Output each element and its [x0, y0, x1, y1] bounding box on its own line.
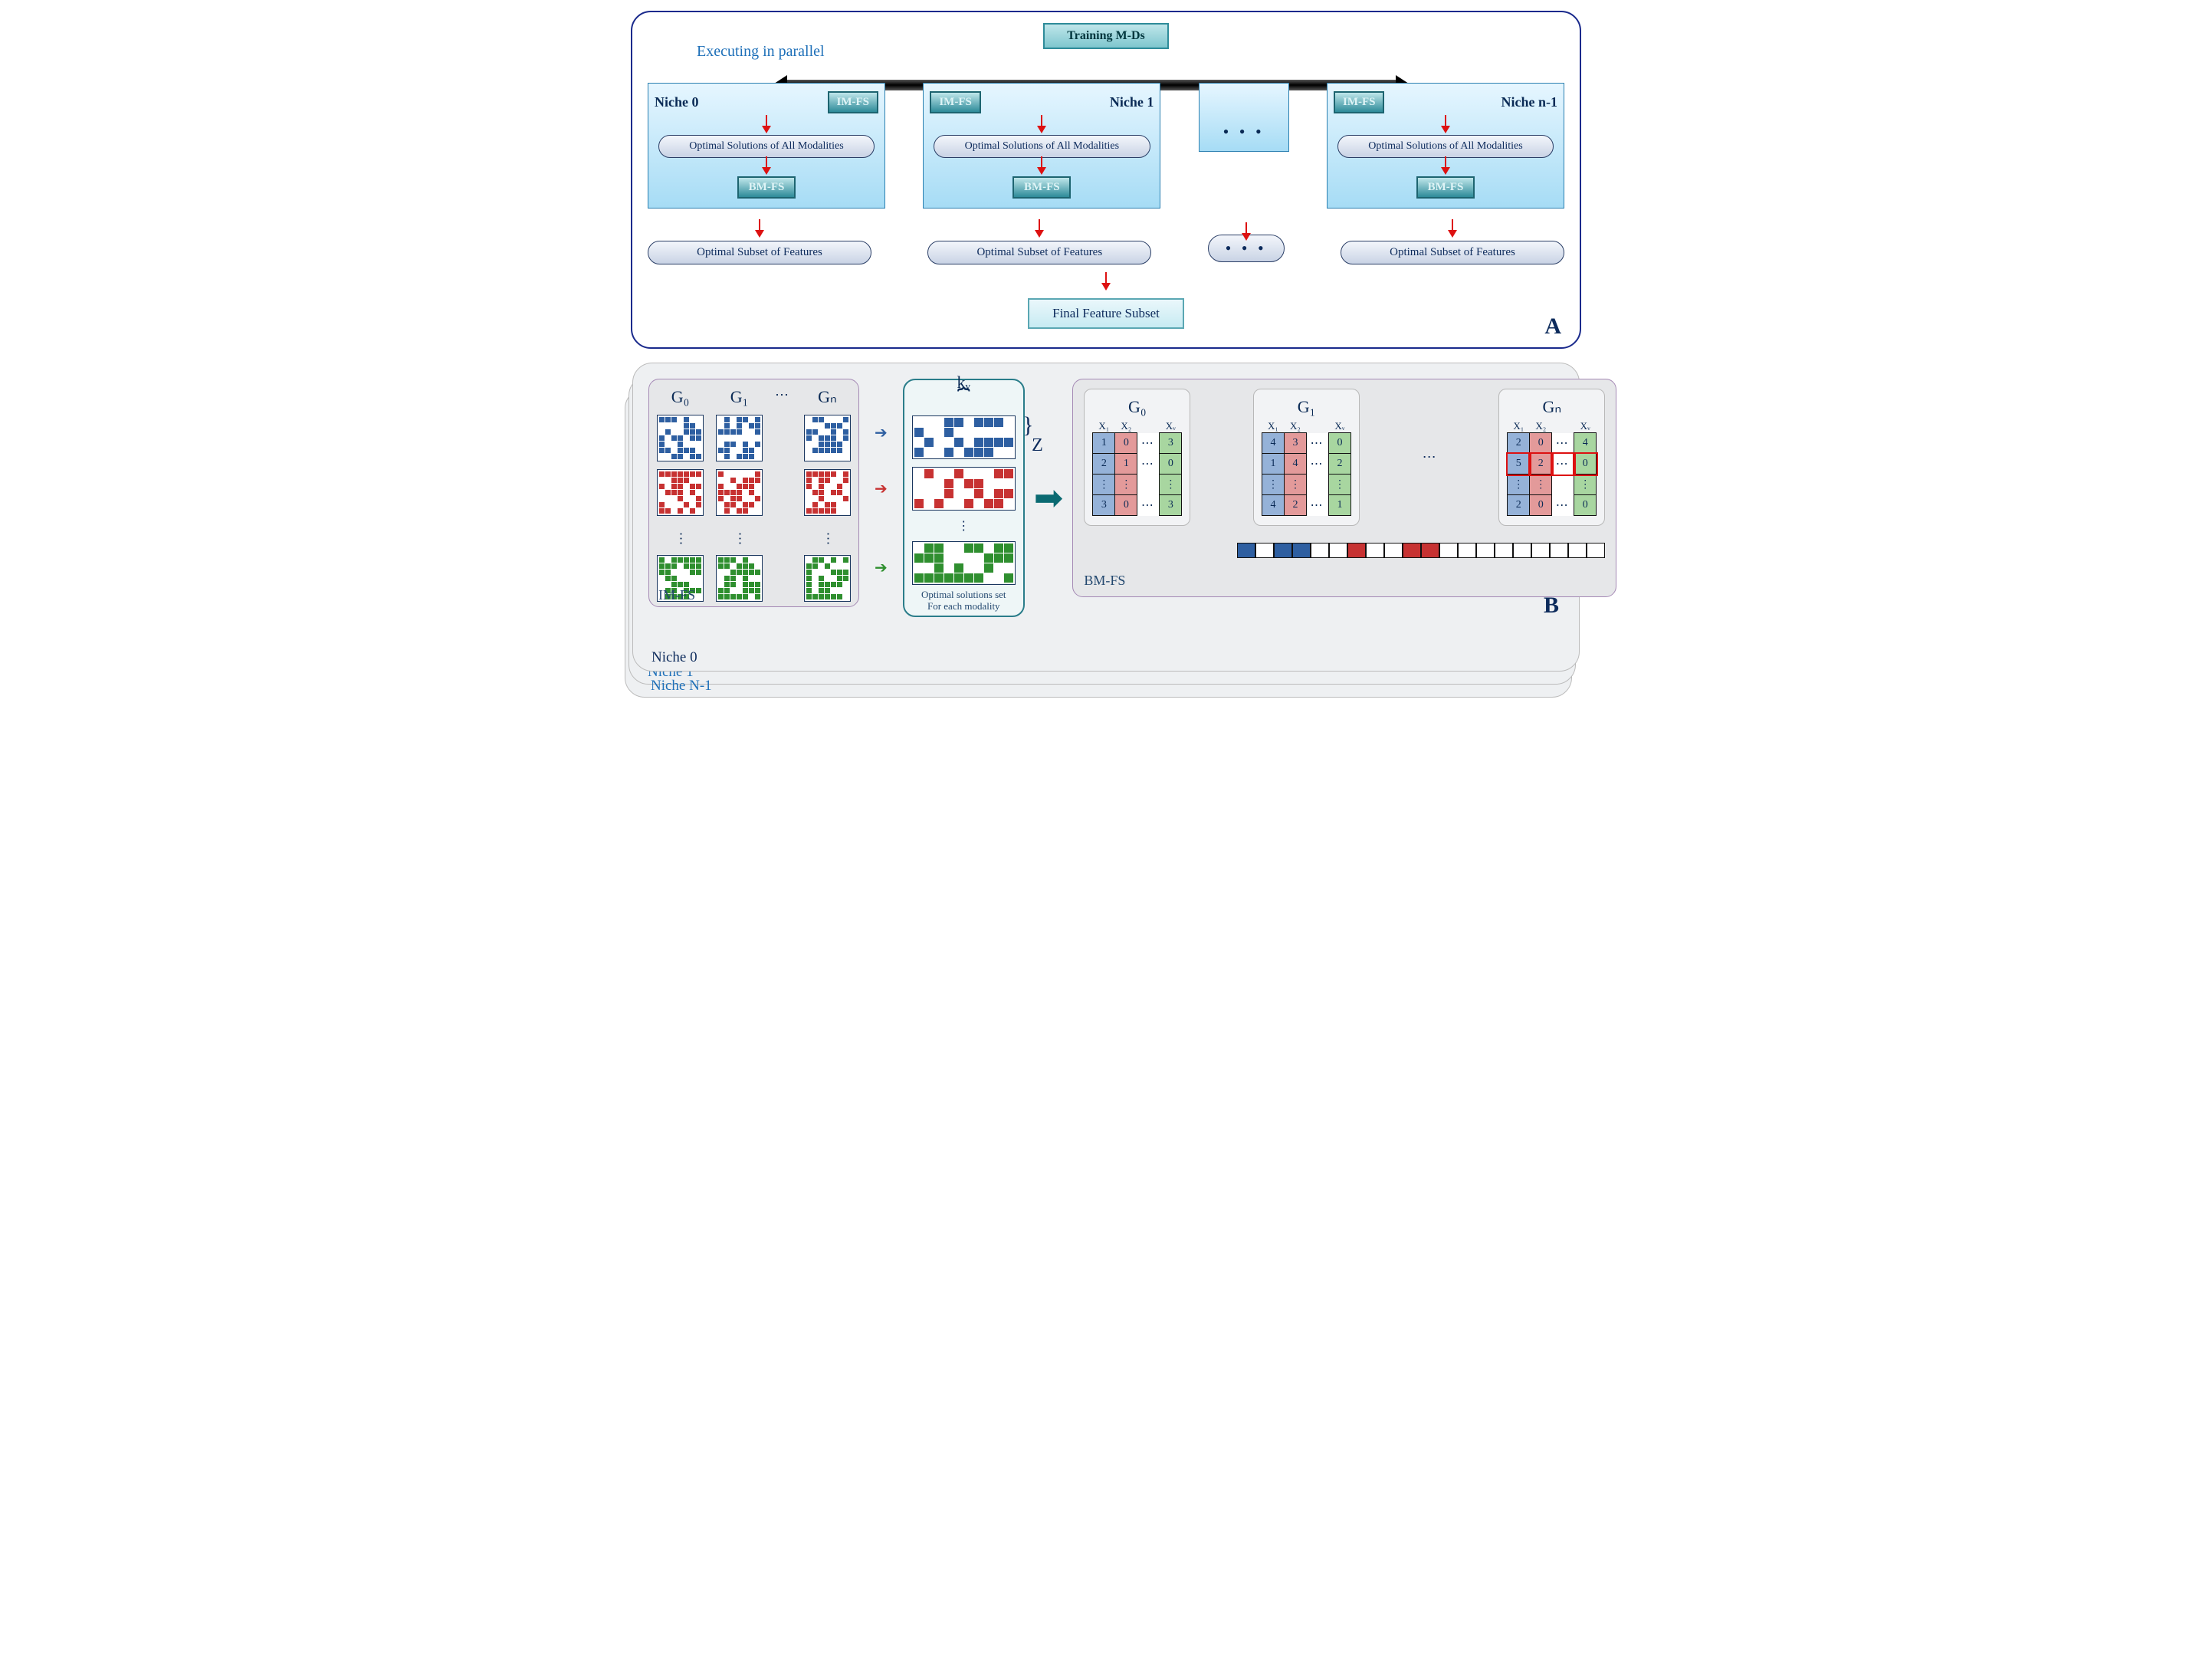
optimal-solutions-box: ⏞kᵥ }Z ⋮ Optimal solutions setFor each m… — [903, 379, 1025, 617]
bmfs-table: X₁X₂Xᵥ 20⋯4 52⋯0 ⋮⋮⋮ 20⋯0 — [1507, 420, 1597, 516]
optimal-solutions-pill: Optimal Solutions of All Modalities — [934, 135, 1150, 158]
bmfs-table: X₁X₂Xᵥ 10⋯3 21⋯0 ⋮⋮⋮ 30⋯3 — [1092, 420, 1182, 516]
niche-title: Niche 0 — [655, 94, 699, 110]
final-feature-subset-box: Final Feature Subset — [1028, 298, 1184, 329]
kv-label: ⏞kᵥ — [957, 388, 970, 412]
pop-matrix-red — [804, 469, 851, 516]
niche-ellipsis: • • • — [1199, 83, 1289, 152]
vdots-icon: ⋮ — [957, 518, 970, 534]
opt-caption: Optimal solutions setFor each modality — [921, 589, 1006, 612]
arrow-down-icon — [766, 156, 767, 169]
vdots-icon: ⋯ — [731, 532, 747, 547]
vdots-icon: ⋯ — [672, 532, 688, 547]
g-ellipsis: ⋯ — [775, 387, 792, 403]
bmfs-box: BM-FS — [1012, 176, 1071, 199]
optimal-subset-pill: Optimal Subset of Features — [927, 241, 1151, 264]
pop-matrix-red — [657, 469, 704, 516]
panel-b: B IM-FS G₀ ⋯ G₁ — [632, 363, 1580, 672]
imfs-label: IM-FS — [658, 587, 695, 603]
arrow-down-icon — [1452, 219, 1453, 232]
bmfs-table: X₁X₂Xᵥ 43⋯0 14⋯2 ⋮⋮⋮ 42⋯1 — [1262, 420, 1351, 516]
pop-matrix-red — [716, 469, 763, 516]
arrow-down-icon — [766, 115, 767, 127]
opt-matrix-green — [912, 541, 1016, 585]
arrow-down-icon — [1041, 156, 1042, 169]
imfs-box: IM-FS — [1334, 91, 1385, 113]
g-header: G₁ — [730, 387, 749, 407]
imfs-section: IM-FS G₀ ⋯ G₁ ⋯ — [648, 379, 859, 607]
niche-stack-labels: Niche 0 — [651, 650, 697, 666]
arrow-down-icon — [1445, 115, 1446, 127]
parallel-label: Executing in parallel — [697, 43, 825, 61]
g-header: G₁ — [1262, 397, 1351, 417]
g1-column: G₁ ⋯ — [716, 387, 763, 602]
optimal-solutions-pill: Optimal Solutions of All Modalities — [1337, 135, 1554, 158]
table-gn: Gₙ X₁X₂Xᵥ 20⋯4 52⋯0 ⋮⋮⋮ 20⋯0 — [1498, 389, 1605, 526]
opt-matrix-red — [912, 467, 1016, 511]
bmfs-section: BM-FS G₀ X₁X₂Xᵥ 10⋯3 21⋯0 ⋮⋮⋮ 30⋯3 — [1072, 379, 1616, 597]
output-row: Optimal Subset of Features Optimal Subse… — [648, 221, 1564, 264]
z-label: }Z — [1032, 435, 1043, 456]
niche-title: Niche n-1 — [1501, 94, 1557, 110]
optimal-subset-pill: Optimal Subset of Features — [648, 241, 871, 264]
g-header: G₀ — [1092, 397, 1182, 417]
blue-arrow-icon: ➔ — [875, 423, 888, 442]
imfs-box: IM-FS — [930, 91, 981, 113]
table-g0: G₀ X₁X₂Xᵥ 10⋯3 21⋯0 ⋮⋮⋮ 30⋯3 — [1084, 389, 1190, 526]
niche-n-1: Niche n-1 IM-FS Optimal Solutions of All… — [1327, 83, 1564, 209]
red-arrow-icon: ➔ — [875, 479, 888, 498]
niche-1: IM-FS Niche 1 Optimal Solutions of All M… — [923, 83, 1160, 209]
bmfs-box: BM-FS — [1416, 176, 1475, 199]
green-arrow-icon: ➔ — [875, 558, 888, 577]
panel-a-tag: A — [1544, 314, 1561, 340]
ellipsis-icon: ⋯ — [1423, 449, 1436, 465]
encoded-chromosome-strip — [1237, 543, 1605, 558]
imfs-box: IM-FS — [828, 91, 879, 113]
g-header: Gₙ — [1507, 397, 1597, 417]
training-box: Training M-Ds — [1043, 23, 1169, 49]
big-arrow-icon: ➡ — [1034, 477, 1064, 518]
arrow-down-icon — [759, 219, 760, 232]
arrow-down-icon — [1041, 115, 1042, 127]
niche-title: Niche 1 — [1110, 94, 1154, 110]
arrow-down-icon — [1039, 219, 1040, 232]
gn-column: Gₙ ⋯ — [804, 387, 851, 602]
arrow-down-icon — [1245, 222, 1247, 235]
vdots-icon: ⋯ — [819, 532, 835, 547]
panel-b-wrap: Niche N-1 Niche 1 B IM-FS G₀ ⋯ — [632, 363, 1580, 672]
optimal-solutions-pill: Optimal Solutions of All Modalities — [658, 135, 875, 158]
niche-row: Niche 0 IM-FS Optimal Solutions of All M… — [648, 83, 1564, 209]
niche-0: Niche 0 IM-FS Optimal Solutions of All M… — [648, 83, 885, 209]
optimal-subset-pill: Optimal Subset of Features — [1341, 241, 1564, 264]
table-g1: G₁ X₁X₂Xᵥ 43⋯0 14⋯2 ⋮⋮⋮ 42⋯1 — [1253, 389, 1360, 526]
arrow-down-icon — [1445, 156, 1446, 169]
pop-matrix-blue — [657, 415, 704, 461]
pop-matrix-green — [804, 555, 851, 602]
g-header: G₀ — [671, 387, 690, 407]
pop-matrix-green — [716, 555, 763, 602]
niche-label-0: Niche 0 — [651, 650, 697, 666]
ellipsis-icon: • • • — [1223, 122, 1265, 142]
opt-matrix-blue — [912, 415, 1016, 459]
pop-matrix-blue — [804, 415, 851, 461]
modality-arrows: ➔ ➔ ➔ — [873, 423, 889, 577]
arrow-down-icon — [1105, 272, 1107, 284]
bmfs-label: BM-FS — [1084, 573, 1125, 589]
g-header: Gₙ — [818, 387, 837, 407]
bmfs-box: BM-FS — [737, 176, 796, 199]
g0-column: G₀ ⋯ — [657, 387, 704, 602]
pop-matrix-blue — [716, 415, 763, 461]
panel-a: A Training M-Ds Executing in parallel Ni… — [631, 11, 1581, 349]
ellipsis-icon: ⋯ — [775, 387, 792, 403]
